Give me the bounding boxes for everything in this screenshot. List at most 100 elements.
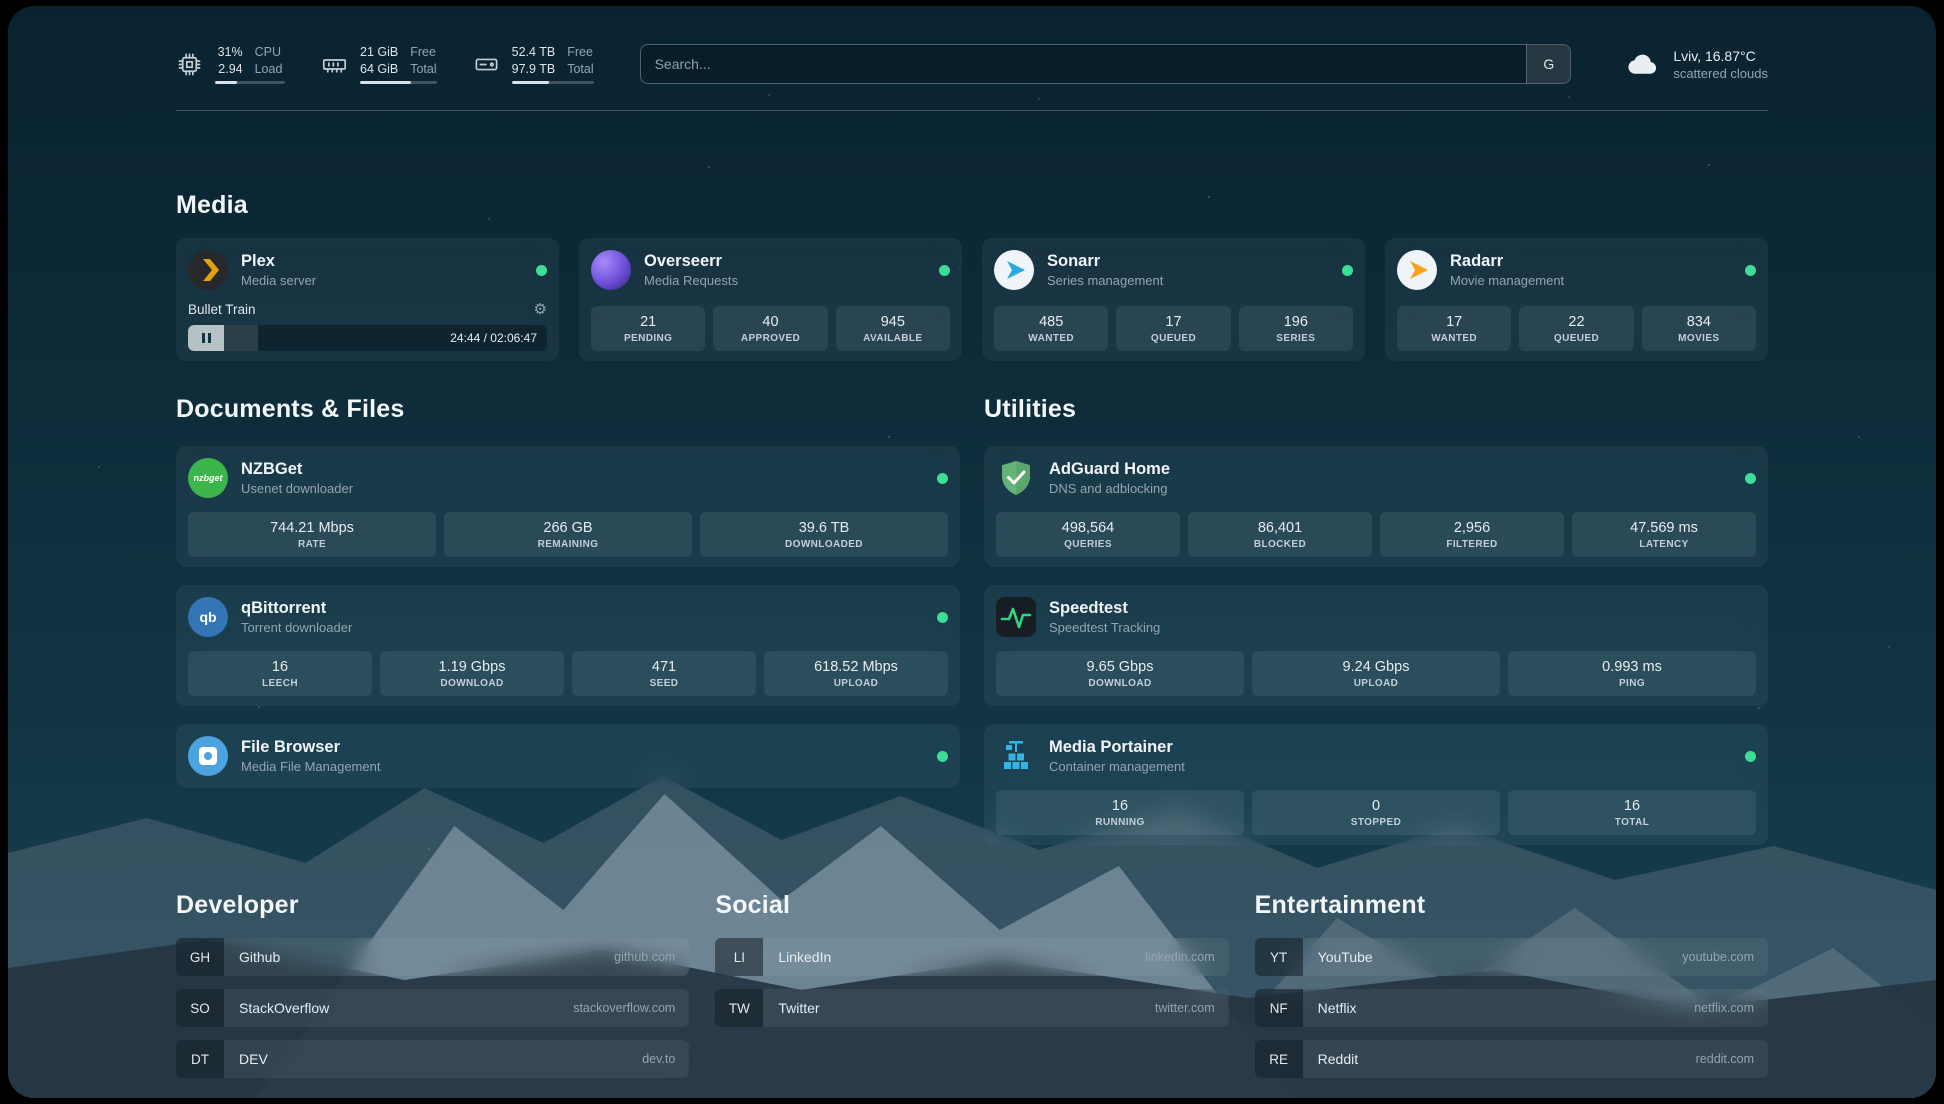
nzbget-desc: Usenet downloader — [241, 481, 353, 496]
bookmark-dev[interactable]: DT DEV dev.to — [176, 1040, 689, 1078]
plex-settings-gear-icon[interactable]: ⚙ — [534, 302, 547, 317]
service-card-speedtest[interactable]: Speedtest Speedtest Tracking 9.65 GbpsDO… — [984, 585, 1768, 706]
section-media: Media Plex Media server — [176, 191, 1768, 361]
service-card-overseerr[interactable]: Overseerr Media Requests 21PENDING 40APP… — [579, 238, 962, 361]
radarr-icon — [1397, 250, 1437, 290]
radarr-stat-queued: 22QUEUED — [1519, 306, 1633, 351]
twitter-domain: twitter.com — [1155, 1001, 1229, 1015]
speedtest-stat-upload: 9.24 GbpsUPLOAD — [1252, 651, 1500, 696]
service-card-sonarr[interactable]: Sonarr Series management 485WANTED 17QUE… — [982, 238, 1365, 361]
bookmark-group-entertainment: Entertainment YT YouTube youtube.com NF … — [1255, 891, 1768, 1078]
sonarr-status-dot — [1342, 265, 1353, 276]
developer-group-title: Developer — [176, 891, 689, 920]
topbar-divider — [176, 110, 1768, 111]
service-card-qbittorrent[interactable]: qb qBittorrent Torrent downloader 16LEEC… — [176, 585, 960, 706]
memory-icon — [321, 51, 348, 78]
plex-desc: Media server — [241, 273, 316, 288]
portainer-desc: Container management — [1049, 759, 1185, 774]
adguard-shield-icon — [996, 458, 1036, 498]
cloud-icon — [1625, 46, 1661, 82]
bookmark-linkedin[interactable]: LI LinkedIn linkedin.com — [715, 938, 1228, 976]
nzbget-name: NZBGet — [241, 460, 353, 478]
adguard-desc: DNS and adblocking — [1049, 481, 1170, 496]
portainer-stat-total: 16TOTAL — [1508, 790, 1756, 835]
bookmark-group-developer: Developer GH Github github.com SO StackO… — [176, 891, 689, 1078]
service-card-adguard[interactable]: AdGuard Home DNS and adblocking 498,564Q… — [984, 446, 1768, 567]
linkedin-abbr: LI — [715, 938, 763, 976]
memory-progress-fill — [360, 81, 411, 84]
youtube-domain: youtube.com — [1682, 950, 1768, 964]
github-domain: github.com — [614, 950, 689, 964]
sonarr-desc: Series management — [1047, 273, 1163, 288]
radarr-name: Radarr — [1450, 252, 1564, 270]
radarr-desc: Movie management — [1450, 273, 1564, 288]
top-bar: 31% CPU 2.94 Load 21 GiB Free — [176, 44, 1768, 84]
sonarr-name: Sonarr — [1047, 252, 1163, 270]
bookmark-youtube[interactable]: YT YouTube youtube.com — [1255, 938, 1768, 976]
plex-status-dot — [536, 265, 547, 276]
overseerr-stat-approved: 40APPROVED — [713, 306, 827, 351]
filebrowser-name: File Browser — [241, 738, 380, 756]
plex-now-playing: Bullet Train — [188, 302, 256, 317]
portainer-status-dot — [1745, 751, 1756, 762]
bookmark-reddit[interactable]: RE Reddit reddit.com — [1255, 1040, 1768, 1078]
search-input[interactable] — [640, 44, 1572, 84]
bookmark-github[interactable]: GH Github github.com — [176, 938, 689, 976]
service-card-portainer[interactable]: Media Portainer Container management 16R… — [984, 724, 1768, 845]
portainer-name: Media Portainer — [1049, 738, 1185, 756]
media-section-title: Media — [176, 191, 1768, 220]
youtube-name: YouTube — [1303, 949, 1373, 965]
overseerr-icon — [591, 250, 631, 290]
adguard-stat-filtered: 2,956FILTERED — [1380, 512, 1564, 557]
weather-condition: scattered clouds — [1673, 66, 1768, 81]
section-documents: Documents & Files nzbget NZBGet Usenet d… — [176, 395, 960, 845]
qbittorrent-icon: qb — [188, 597, 228, 637]
speedtest-icon — [996, 597, 1036, 637]
memory-progress-track — [360, 81, 437, 84]
bookmark-group-social: Social LI LinkedIn linkedin.com TW Twitt… — [715, 891, 1228, 1078]
disk-icon — [473, 51, 500, 78]
service-card-radarr[interactable]: Radarr Movie management 17WANTED 22QUEUE… — [1385, 238, 1768, 361]
qbittorrent-status-dot — [937, 612, 948, 623]
speedtest-desc: Speedtest Tracking — [1049, 620, 1160, 635]
github-abbr: GH — [176, 938, 224, 976]
twitter-name: Twitter — [763, 1000, 819, 1016]
memory-free-value: 21 GiB — [360, 44, 398, 60]
resource-widgets: 31% CPU 2.94 Load 21 GiB Free — [176, 44, 594, 84]
plex-icon — [188, 250, 228, 290]
cpu-progress-fill — [215, 81, 237, 84]
plex-pause-button[interactable] — [188, 325, 224, 351]
netflix-abbr: NF — [1255, 989, 1303, 1027]
documents-section-title: Documents & Files — [176, 395, 960, 424]
sonarr-icon — [994, 250, 1034, 290]
memory-total-value: 64 GiB — [360, 61, 398, 77]
adguard-status-dot — [1745, 473, 1756, 484]
cpu-load-value: 2.94 — [215, 61, 243, 77]
weather-location-temp: Lviv, 16.87°C — [1673, 47, 1768, 66]
radarr-status-dot — [1745, 265, 1756, 276]
overseerr-desc: Media Requests — [644, 273, 738, 288]
disk-progress-track — [512, 81, 594, 84]
qbittorrent-desc: Torrent downloader — [241, 620, 352, 635]
reddit-abbr: RE — [1255, 1040, 1303, 1078]
overseerr-stat-available: 945AVAILABLE — [836, 306, 950, 351]
service-card-nzbget[interactable]: nzbget NZBGet Usenet downloader 744.21 M… — [176, 446, 960, 567]
service-card-plex[interactable]: Plex Media server Bullet Train ⚙ 24:44 /… — [176, 238, 559, 361]
cpu-value: 31% — [215, 44, 243, 60]
stackoverflow-name: StackOverflow — [224, 1000, 329, 1016]
qbittorrent-stat-leech: 16LEECH — [188, 651, 372, 696]
sonarr-stat-wanted: 485WANTED — [994, 306, 1108, 351]
bookmark-netflix[interactable]: NF Netflix netflix.com — [1255, 989, 1768, 1027]
netflix-domain: netflix.com — [1694, 1001, 1768, 1015]
search-provider-button[interactable]: G — [1526, 45, 1570, 83]
qbittorrent-name: qBittorrent — [241, 599, 352, 617]
cpu-label2: Load — [255, 61, 285, 77]
search-bar: G — [640, 44, 1572, 84]
speedtest-stat-download: 9.65 GbpsDOWNLOAD — [996, 651, 1244, 696]
stackoverflow-domain: stackoverflow.com — [573, 1001, 689, 1015]
bookmark-stackoverflow[interactable]: SO StackOverflow stackoverflow.com — [176, 989, 689, 1027]
bookmark-twitter[interactable]: TW Twitter twitter.com — [715, 989, 1228, 1027]
disk-free-value: 52.4 TB — [512, 44, 556, 60]
service-card-filebrowser[interactable]: File Browser Media File Management — [176, 724, 960, 788]
linkedin-domain: linkedin.com — [1145, 950, 1228, 964]
